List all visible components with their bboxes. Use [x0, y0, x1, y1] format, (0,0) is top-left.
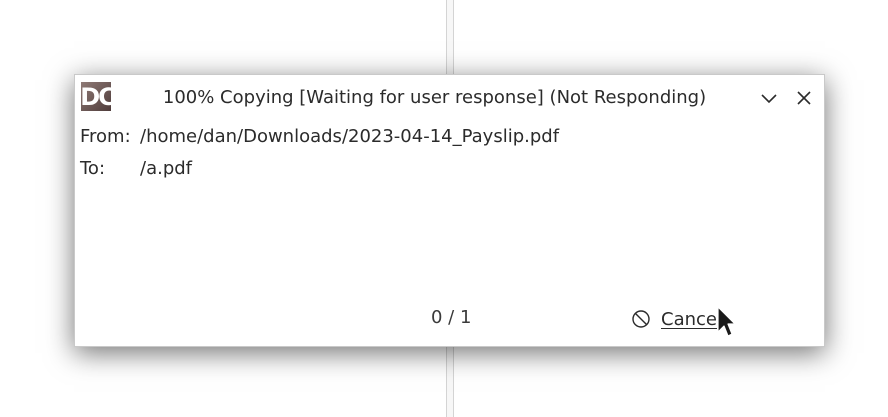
title-bar[interactable]: DC 100% Copying [Waiting for user respon…: [75, 75, 824, 121]
destination-row: To: /a.pdf: [80, 158, 192, 179]
cancel-icon: [632, 310, 650, 328]
destination-path: /a.pdf: [140, 158, 193, 179]
mouse-pointer-icon: [717, 306, 736, 337]
from-label: From:: [80, 126, 131, 147]
window-title: 100% Copying [Waiting for user response]…: [162, 87, 707, 108]
app-icon: DC: [81, 82, 111, 111]
source-path: /home/dan/Downloads/2023-04-14_Payslip.p…: [140, 126, 560, 147]
close-icon: [797, 91, 811, 105]
minimize-button[interactable]: [757, 86, 781, 110]
copy-progress-dialog: DC 100% Copying [Waiting for user respon…: [74, 74, 825, 347]
source-row: From: /home/dan/Downloads/2023-04-14_Pays…: [80, 126, 559, 147]
close-button[interactable]: [792, 86, 816, 110]
cancel-button[interactable]: Cance: [631, 305, 717, 333]
cancel-label: Cance: [661, 308, 717, 330]
to-label: To:: [80, 158, 106, 179]
chevron-down-icon: [761, 94, 777, 104]
file-count-progress: 0 / 1: [431, 307, 472, 328]
